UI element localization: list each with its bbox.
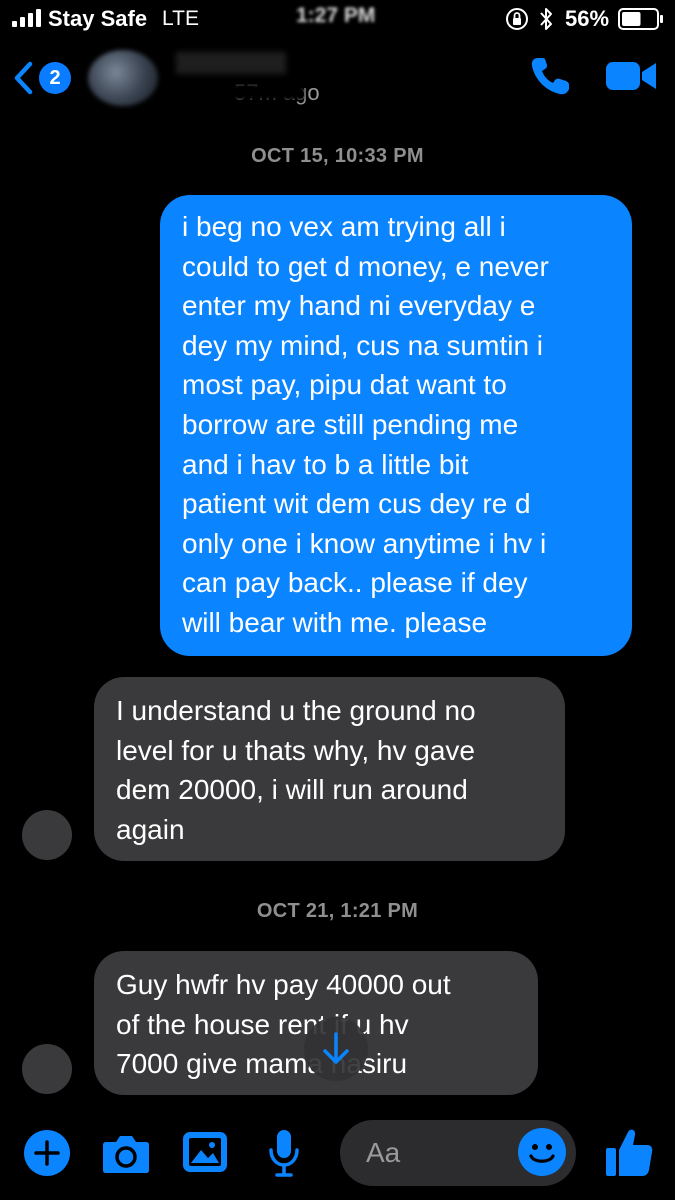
carrier-name: Stay Safe	[48, 6, 148, 31]
plus-icon[interactable]	[24, 1130, 70, 1176]
network-type: LTE	[162, 7, 199, 30]
message-timestamp: OCT 15, 10:33 PM	[251, 145, 424, 167]
conversation-header: 2 57m ago	[0, 44, 675, 124]
message-timestamp: OCT 21, 1:21 PM	[256, 900, 419, 922]
sender-avatar[interactable]	[22, 810, 72, 860]
signal-icon	[12, 9, 41, 27]
message-text: I understand u the ground no level for u…	[116, 695, 476, 845]
message-composer: Aa	[0, 1110, 675, 1200]
bluetooth-icon	[540, 8, 552, 30]
emoji-icon[interactable]	[518, 1128, 566, 1176]
thumbs-up-icon[interactable]	[604, 1126, 654, 1178]
redaction-scribble	[228, 84, 304, 100]
scroll-to-bottom-button[interactable]	[304, 1017, 368, 1081]
sender-avatar[interactable]	[22, 1044, 72, 1094]
contact-avatar[interactable]	[88, 50, 158, 106]
status-time: 1:27 PM	[296, 4, 376, 27]
chevron-left-icon	[14, 61, 33, 95]
rotation-lock-icon	[506, 8, 528, 30]
battery-icon	[618, 8, 663, 30]
back-button[interactable]: 2	[12, 56, 74, 100]
message-text: i beg no vex am trying all i could to ge…	[182, 211, 549, 638]
unread-badge: 2	[39, 62, 71, 94]
photo-icon[interactable]	[182, 1130, 228, 1174]
battery-percent: 56%	[565, 6, 610, 31]
phone-call-button[interactable]	[528, 54, 576, 98]
contact-name-redacted[interactable]	[176, 52, 286, 74]
status-bar: Stay Safe LTE 1:27 PM 56%	[0, 0, 675, 40]
incoming-message[interactable]: I understand u the ground no level for u…	[94, 677, 565, 861]
outgoing-message[interactable]: i beg no vex am trying all i could to ge…	[160, 195, 632, 656]
message-input-placeholder: Aa	[366, 1137, 401, 1168]
arrow-down-icon	[323, 1032, 349, 1064]
video-call-button[interactable]	[604, 56, 658, 96]
camera-icon[interactable]	[102, 1132, 150, 1174]
mic-icon[interactable]	[268, 1128, 300, 1178]
